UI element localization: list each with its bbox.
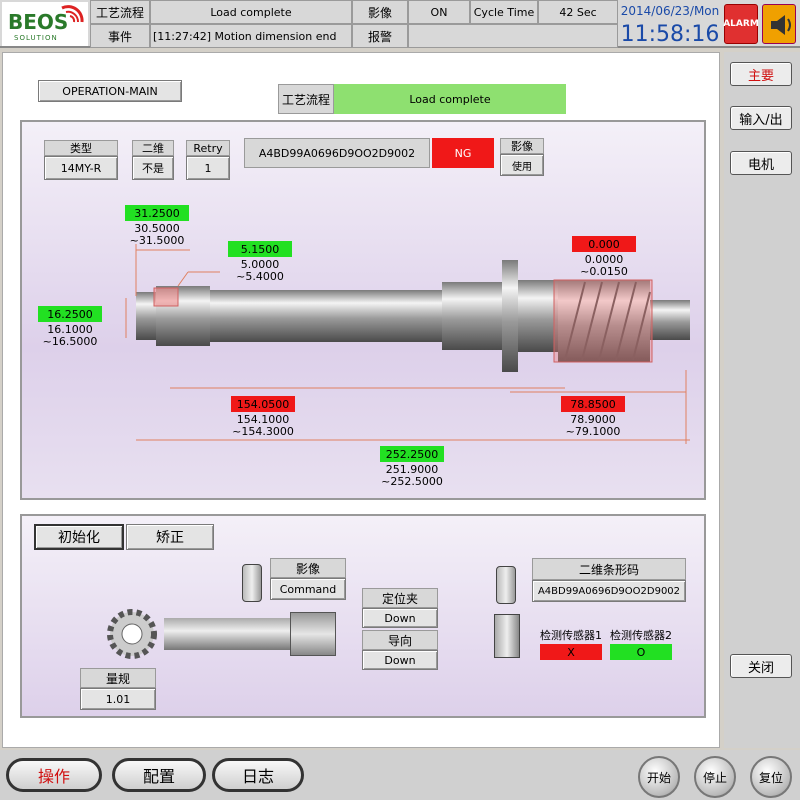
brand-logo: BEOS SOLUTION: [2, 2, 88, 46]
m6-value: 78.8500: [561, 396, 625, 412]
gauge-label: 量规: [80, 668, 156, 688]
m6-max: ~79.1000: [565, 425, 621, 438]
m7-value: 252.2500: [380, 446, 444, 462]
brand-sub-text: SOLUTION: [14, 34, 58, 42]
sensor1-status: X: [540, 644, 602, 660]
alarm-button-label: ALARM: [723, 19, 759, 29]
log-button[interactable]: 日志: [212, 758, 304, 792]
header-image-value: ON: [408, 0, 470, 24]
tab-correct[interactable]: 矫正: [126, 524, 214, 550]
main-process-value: Load complete: [334, 84, 566, 114]
gauge-head: [290, 612, 336, 656]
sensor1-label: 检测传感器1: [540, 629, 602, 642]
header-cycle-value: 42 Sec: [538, 0, 618, 24]
m1-value: 31.2500: [125, 205, 189, 221]
operation-main-label: OPERATION-MAIN: [38, 80, 182, 102]
header-clock: 11:58:16: [620, 22, 720, 47]
header-cycle-label: Cycle Time: [470, 0, 538, 24]
locate-value[interactable]: Down: [362, 608, 438, 628]
sensor2-label: 检测传感器2: [610, 629, 672, 642]
retry-value: 1: [186, 156, 230, 180]
guide-label: 导向: [362, 630, 438, 650]
header-alarm-label: 报警: [352, 24, 408, 48]
reset-button[interactable]: 复位: [750, 756, 792, 798]
header-event-label: 事件: [90, 24, 150, 48]
type-value: 14MY-R: [44, 156, 118, 180]
sidebar-main-button[interactable]: 主要: [730, 62, 792, 86]
config-button[interactable]: 配置: [112, 758, 206, 792]
barcode-display: A4BD99A0696D9OO2D9002: [244, 138, 430, 168]
m3-max: ~16.5000: [42, 335, 98, 348]
header-process-value: Load complete: [150, 0, 352, 24]
gauge-value: 1.01: [80, 688, 156, 710]
lower-image-command[interactable]: Command: [270, 578, 346, 600]
camera-sensor-icon: [242, 564, 262, 602]
m2-max: ~5.4000: [236, 270, 284, 283]
header-date: 2014/06/23/Mon: [620, 4, 720, 18]
result-badge: NG: [432, 138, 494, 168]
stop-button[interactable]: 停止: [694, 756, 736, 798]
locate-label: 定位夹: [362, 588, 438, 608]
header-alarm-value: [408, 24, 618, 48]
gauge-rod: [164, 618, 290, 650]
lower-barcode-label: 二维条形码: [532, 558, 686, 580]
m4-max: ~0.0150: [580, 265, 628, 278]
code2d-label: 二维: [132, 140, 174, 156]
panel-image-label: 影像: [500, 138, 544, 154]
header-process-label: 工艺流程: [90, 0, 150, 24]
m2-value: 5.1500: [228, 241, 292, 257]
type-label: 类型: [44, 140, 118, 156]
operate-button[interactable]: 操作: [6, 758, 102, 792]
main-process-label: 工艺流程: [278, 84, 334, 114]
gear-icon: [106, 608, 158, 663]
panel-image-value: 使用: [500, 154, 544, 176]
guide-value[interactable]: Down: [362, 650, 438, 670]
lower-barcode-value: A4BD99A0696D9OO2D9002: [532, 580, 686, 602]
header-image-label: 影像: [352, 0, 408, 24]
header-event-value: [11:27:42] Motion dimension end: [150, 24, 352, 48]
brand-logo-text: BEOS: [8, 10, 69, 34]
m1-max: ~31.5000: [129, 234, 185, 247]
m3-value: 16.2500: [38, 306, 102, 322]
alarm-button[interactable]: ALARM: [723, 4, 759, 44]
lower-image-label: 影像: [270, 558, 346, 578]
m5-max: ~154.3000: [232, 425, 294, 438]
sidebar-io-button[interactable]: 输入/出: [730, 106, 792, 130]
sidebar-motor-button[interactable]: 电机: [730, 151, 792, 175]
speaker-icon: [771, 15, 791, 35]
m5-value: 154.0500: [231, 396, 295, 412]
start-button[interactable]: 开始: [638, 756, 680, 798]
retry-label: Retry: [186, 140, 230, 156]
barcode-scanner-icon: [496, 566, 516, 604]
sidebar-close-button[interactable]: 关闭: [730, 654, 792, 678]
m4-value: 0.000: [572, 236, 636, 252]
tab-init[interactable]: 初始化: [34, 524, 124, 550]
speaker-button[interactable]: [762, 4, 796, 44]
m7-max: ~252.5000: [381, 475, 443, 488]
sensor2-status: O: [610, 644, 672, 660]
code2d-value: 不是: [132, 156, 174, 180]
detect-sensor-icon: [494, 614, 520, 658]
